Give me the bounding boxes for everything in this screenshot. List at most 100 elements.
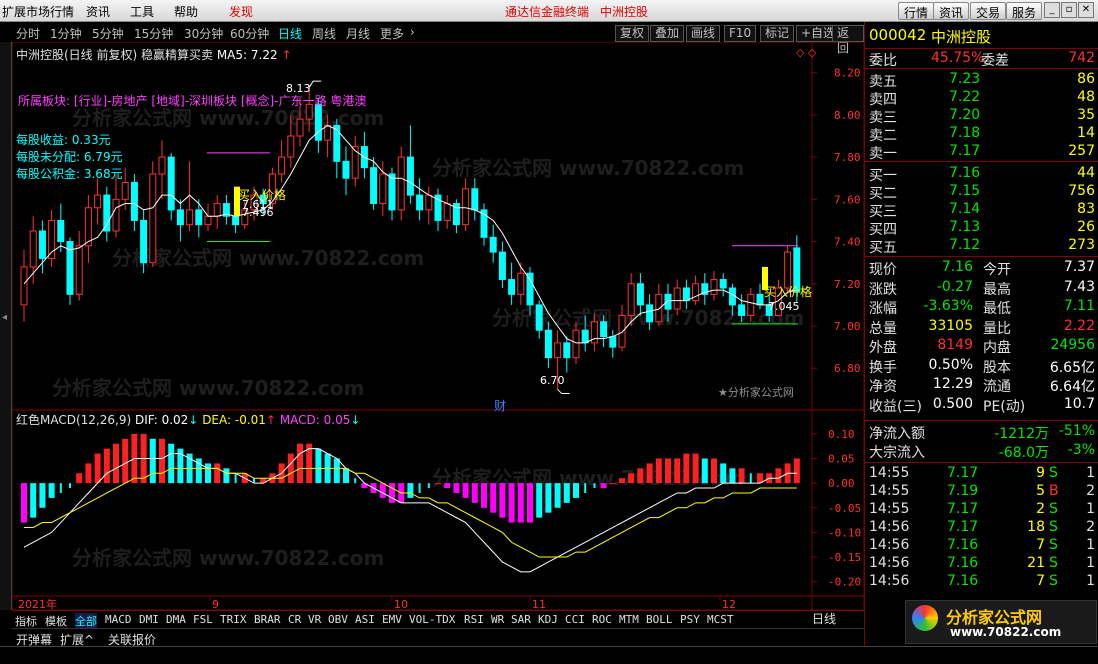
- period-tab[interactable]: 月线: [346, 25, 370, 42]
- menu-item-extended-market[interactable]: 扩展市场行情: [2, 3, 74, 20]
- menu-item-tools[interactable]: 工具: [130, 3, 154, 20]
- macd-histogram-bar: [793, 458, 800, 484]
- back-button[interactable]: 返回: [832, 25, 864, 55]
- candle-body: [204, 215, 212, 226]
- buy-level-row: 买二 7.15 756: [869, 183, 1095, 202]
- candle-body: [314, 103, 322, 141]
- indicator-tab[interactable]: CCI: [565, 613, 585, 626]
- macd-histogram-bar: [59, 483, 62, 493]
- logo-icon: [912, 605, 938, 631]
- period-tab[interactable]: 周线: [312, 25, 336, 42]
- period-tab-active[interactable]: 日线: [278, 25, 302, 42]
- indicator-tab[interactable]: TRIX: [220, 613, 247, 626]
- indicator-tab[interactable]: KDJ: [538, 613, 558, 626]
- left-collapse-tab[interactable]: ◂: [0, 42, 12, 610]
- indicator-tab[interactable]: MTM: [619, 613, 639, 626]
- site-logo: 分析家公式网 www.70822.com: [905, 600, 1097, 644]
- f10-button[interactable]: F10: [724, 25, 757, 42]
- indicator-tab[interactable]: DMA: [166, 613, 186, 626]
- close-icon[interactable]: ✕: [1078, 2, 1094, 18]
- chart-title-text: 中洲控股(日线 前复权) 稳赢精算买卖: [16, 48, 213, 62]
- candle-body: [112, 198, 120, 232]
- stock-header: 000042 中洲控股: [869, 26, 1095, 46]
- indicator-tab[interactable]: ASI: [355, 613, 375, 626]
- period-tab[interactable]: 5分钟: [92, 25, 124, 42]
- ma5-value: MA5: 7.22: [216, 48, 278, 62]
- indicator-tab[interactable]: CR: [288, 613, 301, 626]
- indicator-tab[interactable]: PSY: [680, 613, 700, 626]
- candle-body: [324, 124, 332, 141]
- money-flow-row: 大宗流入 -68.0万 -3%: [869, 442, 1095, 461]
- chevron-left-icon[interactable]: ◂: [2, 312, 7, 323]
- price-tick-label: 8.00: [834, 109, 861, 122]
- news-button[interactable]: 资讯: [933, 2, 970, 20]
- candle-body: [130, 181, 138, 221]
- indicator-tab[interactable]: 全部: [75, 613, 97, 629]
- candle-body: [526, 272, 534, 306]
- indicator-tab[interactable]: WR: [491, 613, 504, 626]
- time-tick-label: 2021年: [18, 597, 57, 610]
- indicator-tab[interactable]: RSI: [464, 613, 484, 626]
- indicator-tab[interactable]: MCST: [707, 613, 734, 626]
- kline-chart-area[interactable]: 分析家公式网 www.70822.com 分析家公式网 www.70822.co…: [12, 42, 864, 610]
- buy-price-value: 7.496: [242, 206, 274, 219]
- indicator-tab[interactable]: OBV: [328, 613, 348, 626]
- candle-body: [728, 287, 736, 306]
- macd-histogram-bar: [427, 483, 430, 489]
- macd-tick-label: 0.05: [828, 452, 855, 465]
- app-title: 通达信金融终端: [505, 5, 590, 19]
- indicator-tab[interactable]: FSL: [193, 613, 213, 626]
- draw-button[interactable]: 画线: [686, 25, 721, 42]
- candle-body: [646, 304, 654, 323]
- service-button[interactable]: 服务: [1006, 2, 1043, 20]
- adjust-button[interactable]: 复权: [615, 25, 650, 42]
- macd-histogram-bar: [223, 468, 230, 484]
- quote-button[interactable]: 行情: [898, 2, 935, 20]
- mark-button[interactable]: 标记: [760, 25, 795, 42]
- time-tick-label: 9: [212, 598, 219, 610]
- arrow-up-icon: ↑: [265, 413, 276, 427]
- indicator-tab[interactable]: ROC: [592, 613, 612, 626]
- period-tab[interactable]: 30分钟: [184, 25, 223, 42]
- indicator-tab[interactable]: BRAR: [254, 613, 281, 626]
- macd-histogram-bar: [499, 483, 506, 518]
- buy-level-row: 买五 7.12 273: [869, 237, 1095, 256]
- weibi-row: 委比 45.75% 委差 742: [869, 50, 1095, 69]
- macd-histogram-bar: [481, 483, 487, 508]
- indicator-tab[interactable]: VOL-TDX: [409, 613, 455, 626]
- candle-body: [572, 329, 580, 359]
- price-tick-label: 7.80: [834, 151, 861, 164]
- overlay-button[interactable]: 叠加: [650, 25, 685, 42]
- indicator-tab[interactable]: 模板: [45, 613, 67, 629]
- minimize-icon[interactable]: _: [1044, 2, 1060, 18]
- indicator-tab[interactable]: SAR: [511, 613, 531, 626]
- candle-body: [517, 272, 525, 295]
- quote-panel: 000042 中洲控股 委比 45.75% 委差 742 分析家公式网 www.…: [864, 22, 1098, 646]
- indicator-tab[interactable]: MACD: [105, 613, 132, 626]
- price-tick-label: 7.00: [834, 320, 861, 333]
- period-tab[interactable]: 1分钟: [50, 25, 82, 42]
- macd-histogram-bar: [701, 458, 708, 484]
- period-tab[interactable]: 60分钟: [230, 25, 269, 42]
- macd-histogram-bar: [720, 463, 727, 484]
- period-tab[interactable]: 15分钟: [134, 25, 173, 42]
- menu-item-discover[interactable]: 发现: [229, 3, 253, 20]
- diamond-icon[interactable]: ◇ ◇: [796, 46, 816, 59]
- indicator-tab[interactable]: EMV: [382, 613, 402, 626]
- indicator-tab[interactable]: BOLL: [646, 613, 673, 626]
- indicator-tab[interactable]: 指标: [15, 613, 37, 629]
- menu-item-news[interactable]: 资讯: [86, 3, 110, 20]
- period-tab[interactable]: 分时: [16, 25, 40, 42]
- indicator-tab[interactable]: VR: [308, 613, 321, 626]
- period-tab[interactable]: 更多: [380, 25, 404, 42]
- candle-body: [738, 304, 746, 316]
- finance-marker[interactable]: 财: [494, 397, 506, 414]
- restore-icon[interactable]: ▫: [1061, 2, 1077, 18]
- chevron-right-icon[interactable]: ›: [410, 25, 415, 39]
- price-tick-label: 7.60: [834, 193, 861, 206]
- trade-button[interactable]: 交易: [970, 2, 1007, 20]
- indicator-tab[interactable]: DMI: [139, 613, 159, 626]
- candle-body: [416, 194, 424, 211]
- menu-item-help[interactable]: 帮助: [174, 3, 198, 20]
- quote-row: 总量 33105 量比 2.22: [869, 317, 1095, 337]
